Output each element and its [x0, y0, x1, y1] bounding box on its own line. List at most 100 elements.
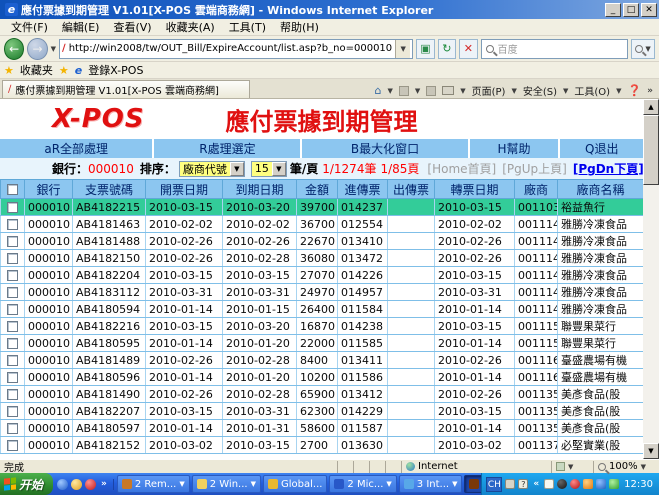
minimize-button[interactable]: _ [605, 3, 621, 17]
feeds-dropdown-icon[interactable]: ▼ [415, 87, 420, 95]
protected-mode-pane[interactable]: ▼ [551, 461, 593, 473]
stop-button[interactable]: ✕ [459, 39, 477, 59]
zoom-level[interactable]: 100% [609, 461, 638, 472]
taskbar-button[interactable]: 新浪UC [464, 475, 481, 493]
table-row[interactable]: 000010AB41805942010-01-142010-01-1526400… [1, 301, 644, 318]
help-icon[interactable]: ❓ [627, 84, 641, 97]
taskbar-group-dropdown-icon[interactable]: ▼ [452, 480, 457, 488]
page-menu-button[interactable]: 页面(P) [472, 83, 506, 98]
page-menu-dropdown-icon[interactable]: ▼ [511, 87, 516, 95]
refresh-button[interactable]: ↻ [438, 39, 456, 59]
tools-menu-button[interactable]: 工具(O) [574, 83, 610, 98]
row-checkbox[interactable] [7, 202, 18, 213]
taskbar-button[interactable]: 2 Mic...▼ [329, 475, 396, 493]
page-size-select[interactable]: 15 ▼ [251, 161, 287, 177]
quicklaunch-overflow-icon[interactable]: » [99, 479, 109, 489]
search-dropdown-icon[interactable]: ▼ [645, 45, 650, 53]
quicklaunch-messenger-icon[interactable] [71, 479, 82, 490]
read-mail-icon[interactable] [426, 86, 436, 96]
table-row[interactable]: 000010AB41814882010-02-262010-02-2622670… [1, 233, 644, 250]
commandbar-overflow-icon[interactable]: » [647, 86, 653, 96]
row-checkbox[interactable] [7, 355, 18, 366]
url-text[interactable]: http://win2008/tw/OUT_Bill/ExpireAccount… [69, 43, 392, 54]
taskbar-button[interactable]: 2 Win...▼ [192, 475, 261, 493]
row-checkbox[interactable] [7, 423, 18, 434]
zoom-dropdown-icon[interactable]: ▼ [641, 463, 646, 471]
taskbar-group-dropdown-icon[interactable]: ▼ [386, 480, 391, 488]
select-all-checkbox[interactable] [7, 184, 18, 195]
menu-file[interactable]: 文件(F) [4, 18, 55, 36]
tray-network-icon[interactable] [596, 479, 606, 489]
menu-process-all[interactable]: aR全部處理 [0, 139, 152, 158]
zoom-pane[interactable]: 100% ▼ [593, 461, 659, 473]
safety-menu-dropdown-icon[interactable]: ▼ [563, 87, 568, 95]
scroll-down-icon[interactable]: ▼ [643, 443, 659, 459]
taskbar-group-dropdown-icon[interactable]: ▼ [179, 480, 184, 488]
taskbar-button[interactable]: Global... [263, 475, 327, 493]
history-dropdown-icon[interactable]: ▼ [51, 45, 56, 53]
nav-pgdn-link[interactable]: [PgDn下頁] [573, 160, 644, 177]
start-button[interactable]: 开始 [0, 473, 53, 495]
tray-clock-sync-icon[interactable] [609, 479, 619, 489]
tray-notepad-icon[interactable] [544, 479, 554, 489]
row-checkbox[interactable] [7, 236, 18, 247]
scroll-up-icon[interactable]: ▲ [643, 99, 659, 115]
table-row[interactable]: 000010AB41821502010-02-262010-02-2836080… [1, 250, 644, 267]
table-row[interactable]: 000010AB41831122010-03-312010-03-3124970… [1, 284, 644, 301]
url-field[interactable]: ∕ http://win2008/tw/OUT_Bill/ExpireAccou… [59, 39, 413, 59]
taskbar-button[interactable]: 3 Int...▼ [399, 475, 463, 493]
row-checkbox[interactable] [7, 287, 18, 298]
tray-security-icon[interactable] [583, 479, 593, 489]
table-row[interactable]: 000010AB41805962010-01-142010-01-2010200… [1, 369, 644, 386]
row-checkbox[interactable] [7, 321, 18, 332]
maximize-button[interactable]: □ [623, 3, 639, 17]
row-checkbox[interactable] [7, 253, 18, 264]
feeds-icon[interactable] [399, 86, 409, 96]
search-go-button[interactable]: ▼ [631, 39, 655, 59]
row-checkbox[interactable] [7, 440, 18, 451]
table-row[interactable]: 000010AB41822042010-03-152010-03-1527070… [1, 267, 644, 284]
row-checkbox[interactable] [7, 372, 18, 383]
scrollbar-track[interactable] [643, 185, 659, 443]
row-checkbox[interactable] [7, 389, 18, 400]
table-row[interactable]: 000010AB41805952010-01-142010-01-2022000… [1, 335, 644, 352]
table-row[interactable]: 000010AB41814632010-02-022010-02-0236700… [1, 216, 644, 233]
browser-tab[interactable]: ∕ 應付票據到期管理 V1.01[X-POS 雲端商務網] [2, 80, 250, 98]
favorites-button[interactable]: 收藏夹 [20, 62, 53, 78]
safety-menu-button[interactable]: 安全(S) [523, 83, 557, 98]
table-row[interactable]: 000010AB41822162010-03-152010-03-2016870… [1, 318, 644, 335]
menu-view[interactable]: 查看(V) [106, 18, 158, 36]
quicklaunch-qq-icon[interactable] [85, 479, 96, 490]
home-dropdown-icon[interactable]: ▼ [387, 87, 392, 95]
table-row[interactable]: 000010AB41821522010-03-022010-03-1527000… [1, 437, 644, 454]
tray-printer-icon[interactable] [505, 479, 515, 489]
menu-edit[interactable]: 編輯(E) [55, 18, 107, 36]
search-box[interactable]: 百度 [481, 39, 628, 59]
table-row[interactable]: 000010AB41814892010-02-262010-02-2884000… [1, 352, 644, 369]
row-checkbox[interactable] [7, 304, 18, 315]
menu-help[interactable]: 帮助(H) [273, 18, 326, 36]
table-row[interactable]: 000010AB41805972010-01-142010-01-3158600… [1, 420, 644, 437]
back-button[interactable]: ← [4, 38, 24, 60]
menu-tools[interactable]: 工具(T) [222, 18, 273, 36]
tools-menu-dropdown-icon[interactable]: ▼ [616, 87, 621, 95]
taskbar-group-dropdown-icon[interactable]: ▼ [251, 480, 256, 488]
protected-mode-dropdown-icon[interactable]: ▼ [568, 463, 573, 471]
vertical-scrollbar[interactable]: ▲ ▼ [643, 99, 659, 459]
quicklaunch-desktop-icon[interactable] [57, 479, 68, 490]
row-checkbox[interactable] [7, 219, 18, 230]
menu-favorites[interactable]: 收藏夹(A) [159, 18, 222, 36]
menu-help-item[interactable]: H幫助 [470, 139, 559, 158]
row-checkbox[interactable] [7, 338, 18, 349]
menu-quit[interactable]: Q退出 [560, 139, 643, 158]
search-placeholder[interactable]: 百度 [498, 41, 518, 56]
menu-process-selected[interactable]: R處理選定 [154, 139, 300, 158]
close-button[interactable]: ✕ [641, 3, 657, 17]
tray-collapse-icon[interactable]: « [531, 479, 541, 489]
home-icon[interactable]: ⌂ [374, 84, 381, 97]
table-row[interactable]: 000010AB41822152010-03-152010-03-2039700… [1, 199, 644, 216]
sort-dropdown-icon[interactable]: ▼ [230, 162, 244, 176]
tray-qq-icon[interactable] [557, 479, 567, 489]
scrollbar-thumb[interactable] [643, 115, 659, 185]
url-dropdown-icon[interactable]: ▼ [395, 40, 410, 58]
